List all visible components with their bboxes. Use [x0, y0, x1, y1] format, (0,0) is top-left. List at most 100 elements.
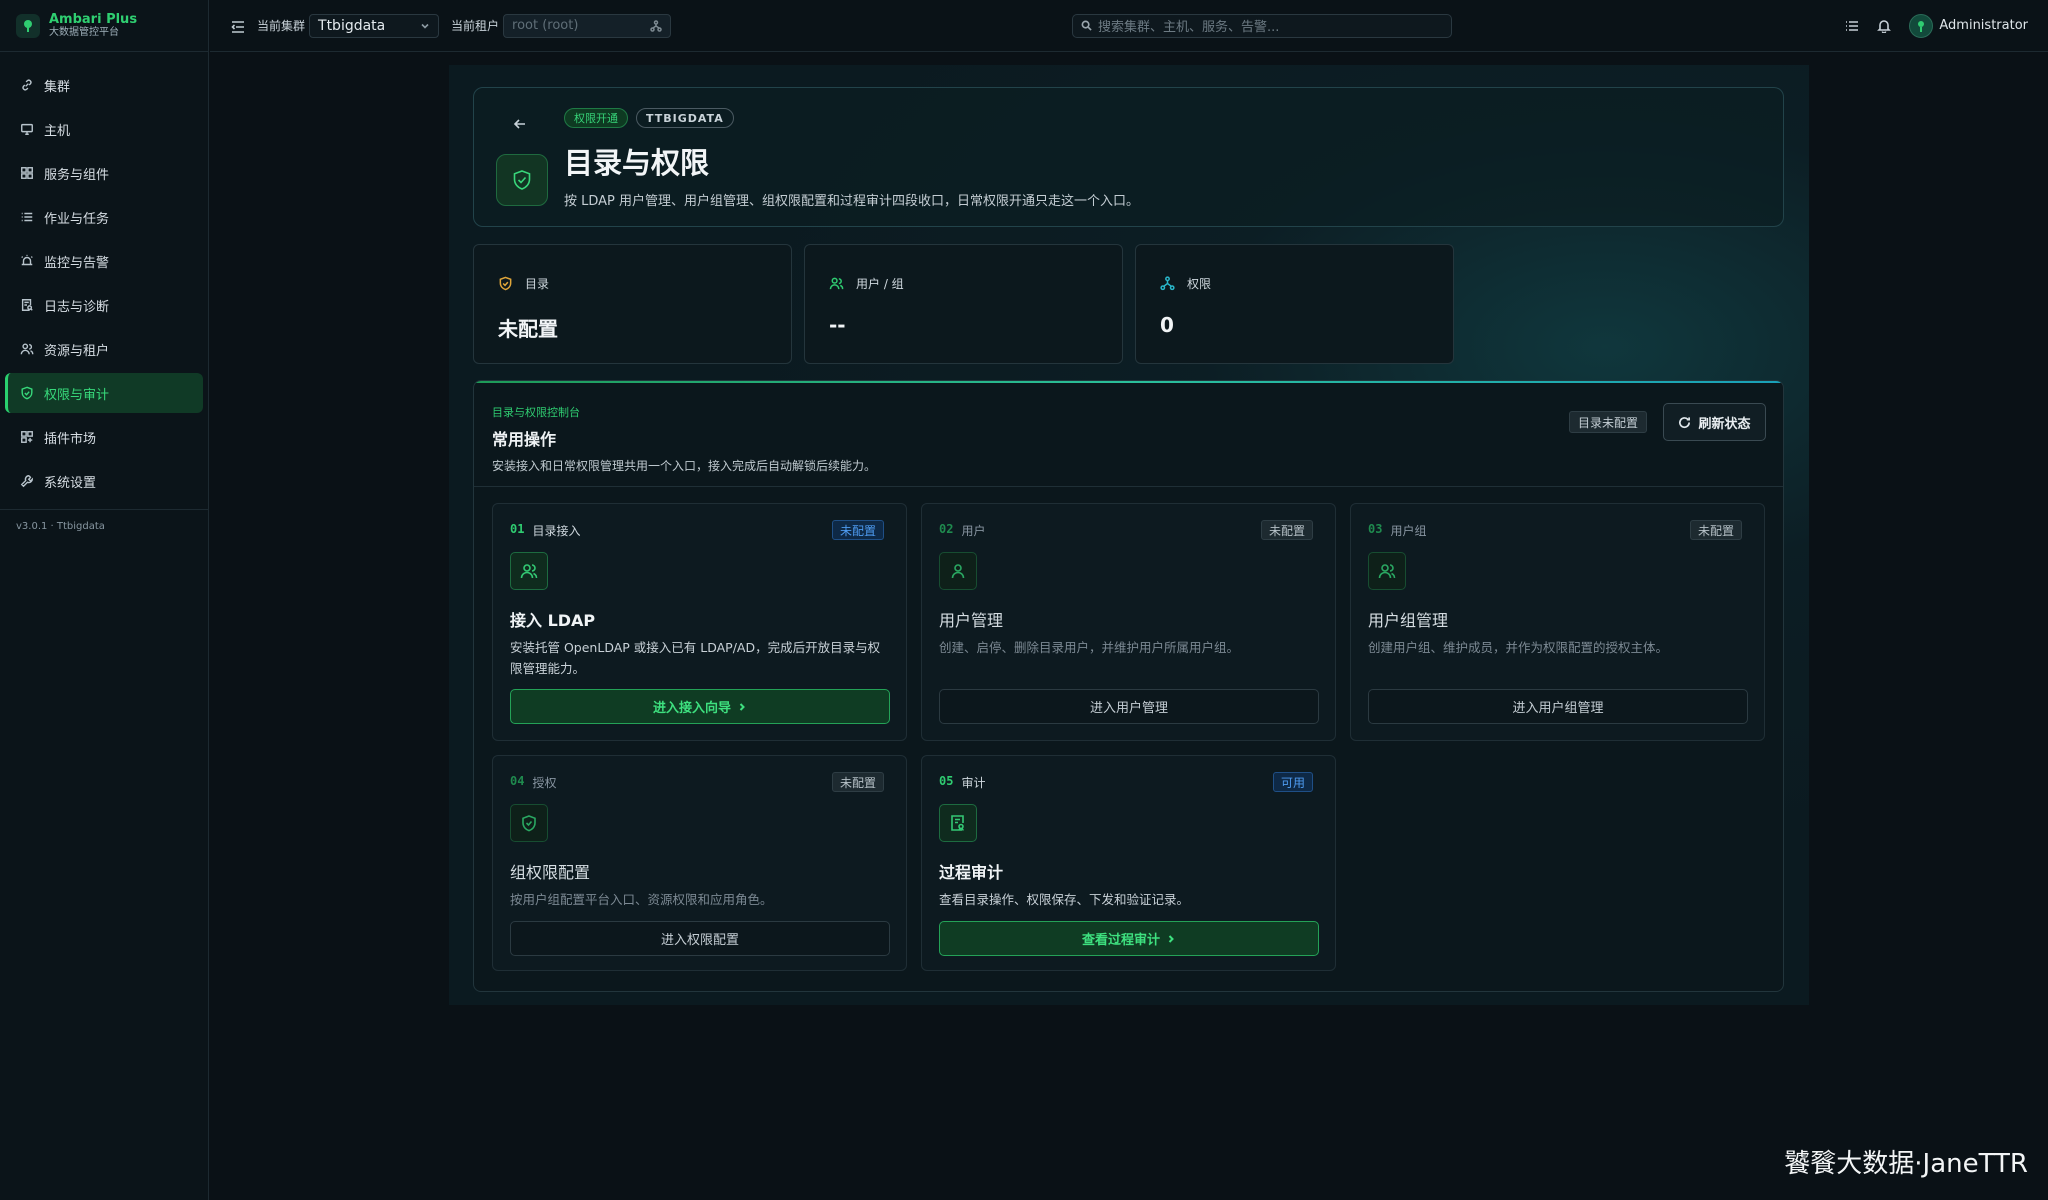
card-group-management: 03 用户组 未配置 用户组管理 创建用户组、维护成员，并作为权限配置的授权主体。…: [1350, 503, 1765, 741]
card-title: 用户管理: [939, 611, 1004, 630]
button-label: 查看过程审计: [1081, 933, 1160, 948]
stat-label: 权限: [1187, 277, 1212, 291]
stat-card-users: 用户 / 组 --: [804, 244, 1123, 364]
card-icon: [939, 552, 977, 590]
refresh-status-button[interactable]: 刷新状态: [1663, 403, 1766, 441]
open-group-management-button[interactable]: 进入用户组管理: [1368, 689, 1748, 724]
shield-icon: [499, 276, 512, 291]
card-title: 过程审计: [939, 863, 1004, 882]
brand[interactable]: Ambari Plus 大数据管控平台: [0, 0, 208, 52]
card-category: 审计: [961, 776, 986, 790]
cluster-label: 当前集群: [257, 19, 306, 33]
card-description: 按用户组配置平台入口、资源权限和应用角色。: [510, 892, 773, 907]
sidebar-item-cluster[interactable]: 集群: [5, 65, 203, 105]
tenant-label: 当前租户: [451, 19, 500, 33]
card-group-permissions: 04 授权 未配置 组权限配置 按用户组配置平台入口、资源权限和应用角色。 进入权…: [492, 755, 907, 971]
sidebar-item-label: 服务与组件: [44, 167, 110, 183]
card-icon: [510, 552, 548, 590]
sidebar-item-label: 插件市场: [44, 431, 97, 447]
card-process-audit: 05 审计 可用 过程审计 查看目录操作、权限保存、下发和验证记录。 查看过程审计: [921, 755, 1336, 971]
card-category: 授权: [532, 776, 557, 790]
user-name: Administrator: [1939, 18, 2028, 33]
card-description: 创建用户组、维护成员，并作为权限配置的授权主体。: [1368, 640, 1669, 655]
card-description: 查看目录操作、权限保存、下发和验证记录。: [939, 892, 1190, 907]
task-list-icon[interactable]: [1845, 19, 1859, 33]
open-user-management-button[interactable]: 进入用户管理: [939, 689, 1319, 724]
page-icon: [496, 154, 548, 206]
grid-icon: [21, 167, 33, 179]
card-icon: [1368, 552, 1406, 590]
card-category: 用户组: [1390, 524, 1427, 538]
collapse-menu-button[interactable]: [231, 19, 245, 33]
stat-value: --: [829, 313, 846, 337]
alarm-icon: [21, 254, 33, 266]
cluster-select[interactable]: Ttbigdata: [309, 13, 440, 38]
accent-line: [474, 381, 1783, 383]
open-process-audit-button[interactable]: 查看过程审计: [939, 921, 1319, 956]
topbar: 当前集群 Ttbigdata 当前租户 root (root) 搜索集群、主机、…: [210, 0, 2048, 52]
stat-label: 目录: [525, 277, 550, 291]
card-number: 02: [939, 522, 954, 536]
stat-card-permissions: 权限 0: [1135, 244, 1454, 364]
sidebar-item-permissions[interactable]: 权限与审计: [5, 373, 203, 413]
card-title: 接入 LDAP: [510, 611, 596, 630]
audit-icon: [951, 815, 964, 831]
tenant-field-placeholder: root (root): [512, 18, 579, 33]
status-badge: 可用: [1272, 772, 1313, 792]
sidebar-item-logs[interactable]: 日志与诊断: [5, 285, 203, 325]
sidebar-item-plugins[interactable]: 插件市场: [5, 417, 203, 457]
stat-value: 0: [1160, 313, 1174, 337]
sidebar: Ambari Plus 大数据管控平台 集群 主机 服务与组件 作业与任务 监控…: [0, 0, 209, 1200]
plugin-icon: [21, 431, 33, 443]
card-number: 01: [510, 522, 525, 536]
users-icon: [1378, 564, 1396, 579]
search-icon: [1081, 20, 1092, 31]
shield-icon: [21, 386, 33, 400]
global-search-input[interactable]: 搜索集群、主机、服务、告警...: [1072, 13, 1452, 38]
back-button[interactable]: [512, 116, 528, 132]
shield-icon: [522, 815, 536, 832]
status-badge: 未配置: [831, 772, 884, 792]
status-badge: 未配置: [831, 520, 884, 540]
card-icon: [510, 804, 548, 842]
header-badges: 权限开通 TTBIGDATA: [564, 108, 734, 128]
users-icon: [20, 343, 34, 355]
sidebar-item-services[interactable]: 服务与组件: [5, 153, 203, 193]
page-header: 权限开通 TTBIGDATA 目录与权限 按 LDAP 用户管理、用户组管理、组…: [473, 87, 1784, 227]
sidebar-item-monitoring[interactable]: 监控与告警: [5, 241, 203, 281]
card-title: 组权限配置: [510, 863, 591, 882]
card-category: 目录接入: [532, 524, 581, 538]
sidebar-item-label: 系统设置: [44, 475, 97, 491]
card-user-management: 02 用户 未配置 用户管理 创建、启停、删除目录用户，并维护用户所属用户组。 进…: [921, 503, 1336, 741]
refresh-label: 刷新状态: [1698, 416, 1751, 432]
open-ldap-wizard-button[interactable]: 进入接入向导: [510, 689, 890, 724]
user-icon: [951, 564, 965, 579]
search-placeholder: 搜索集群、主机、服务、告警...: [1098, 20, 1280, 35]
sidebar-item-settings[interactable]: 系统设置: [5, 461, 203, 501]
user-menu[interactable]: Administrator: [1909, 13, 2028, 38]
chevron-right-icon: [739, 702, 745, 711]
tenant-field[interactable]: root (root): [503, 13, 672, 38]
card-number: 04: [510, 774, 525, 788]
monitor-icon: [21, 123, 33, 135]
status-badge: 未配置: [1689, 520, 1742, 540]
users-icon: [829, 277, 844, 290]
card-category: 用户: [961, 524, 986, 538]
operations-console: 目录与权限控制台 常用操作 安装接入和日常权限管理共用一个入口，接入完成后自动解…: [473, 380, 1784, 992]
wrench-icon: [20, 475, 34, 488]
version-label: v3.0.1 · Ttbigdata: [16, 521, 105, 532]
network-icon: [1160, 276, 1175, 291]
open-permission-config-button[interactable]: 进入权限配置: [510, 921, 890, 956]
chevron-down-icon: [421, 23, 429, 29]
sidebar-item-resources[interactable]: 资源与租户: [5, 329, 203, 369]
button-label: 进入用户管理: [1089, 701, 1168, 716]
sidebar-item-label: 监控与告警: [44, 255, 110, 271]
logo-icon: [16, 13, 40, 38]
card-number: 03: [1368, 522, 1383, 536]
sidebar-item-hosts[interactable]: 主机: [5, 109, 203, 149]
console-kicker: 目录与权限控制台: [492, 406, 580, 419]
bell-icon[interactable]: [1877, 19, 1892, 33]
sidebar-item-jobs[interactable]: 作业与任务: [5, 197, 203, 237]
chevron-right-icon: [1168, 934, 1174, 943]
watermark: 饕餮大数据·JaneTTR: [1784, 1149, 2028, 1179]
